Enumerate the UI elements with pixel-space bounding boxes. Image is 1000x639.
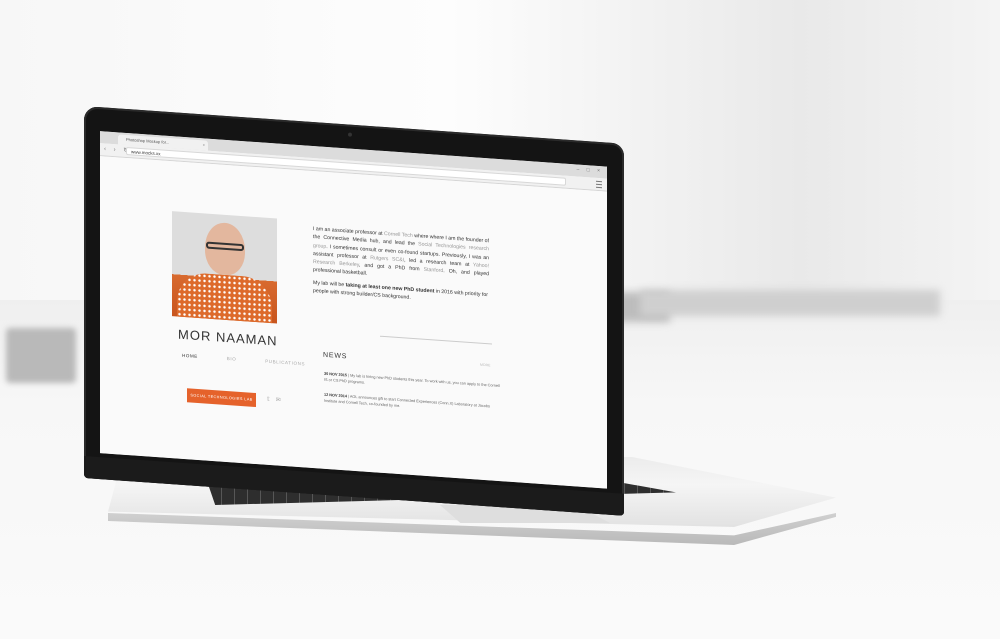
photo-shirt [177, 271, 272, 324]
news-text: | My lab is hiring new PhD students this… [324, 373, 500, 389]
menu-icon[interactable] [596, 180, 602, 189]
twitter-icon[interactable]: 𝕥 [267, 397, 276, 404]
profile-photo [172, 211, 277, 324]
window-controls[interactable]: – □ × [577, 166, 604, 174]
stanford-link[interactable]: Stanford [424, 267, 444, 274]
background-bench [640, 290, 940, 316]
site-nav: HOME BIO PUBLICATIONS [182, 353, 332, 368]
tab-close-icon[interactable]: × [203, 140, 205, 150]
cornell-tech-link[interactable]: Cornell Tech [384, 231, 413, 239]
rutgers-link[interactable]: Rutgers SC&I [370, 255, 404, 263]
news-item: 12 NOV 2014 | AOL announces gift to star… [324, 392, 501, 417]
laptop-lid: Photoshop Mockup for... × – □ × ‹ › ↻ ww… [84, 106, 624, 516]
lab-note-text: My lab will be [313, 280, 346, 289]
nav-bio[interactable]: BIO [227, 356, 237, 362]
laptop-screen: Photoshop Mockup for... × – □ × ‹ › ↻ ww… [100, 131, 607, 489]
web-page: MOR NAAMAN HOME BIO PUBLICATIONS SOCIAL … [100, 156, 607, 489]
news-text: | AOL announces gift to start Connected … [324, 394, 490, 409]
tab-title: Photoshop Mockup for... [126, 136, 170, 145]
background-chair [6, 328, 76, 383]
news-date: 30 NOV 2015 [324, 371, 348, 378]
social-technologies-lab-button[interactable]: SOCIAL TECHNOLOGIES LAB [187, 388, 256, 408]
nav-publications[interactable]: PUBLICATIONS [265, 359, 305, 367]
camera-icon [348, 132, 352, 137]
nav-home[interactable]: HOME [182, 353, 198, 359]
news-item: 30 NOV 2015 | My lab is hiring new PhD s… [324, 371, 501, 396]
news-heading: NEWS [323, 351, 348, 361]
news-more-link[interactable]: MORE [480, 363, 491, 368]
news-date: 12 NOV 2014 [324, 392, 348, 399]
bio-paragraph: I am an associate professor at Cornell T… [313, 225, 489, 287]
page-title: MOR NAAMAN [178, 326, 278, 349]
social-links: 𝕥✉ [267, 396, 287, 404]
divider [380, 335, 492, 345]
email-icon[interactable]: ✉ [276, 397, 287, 404]
